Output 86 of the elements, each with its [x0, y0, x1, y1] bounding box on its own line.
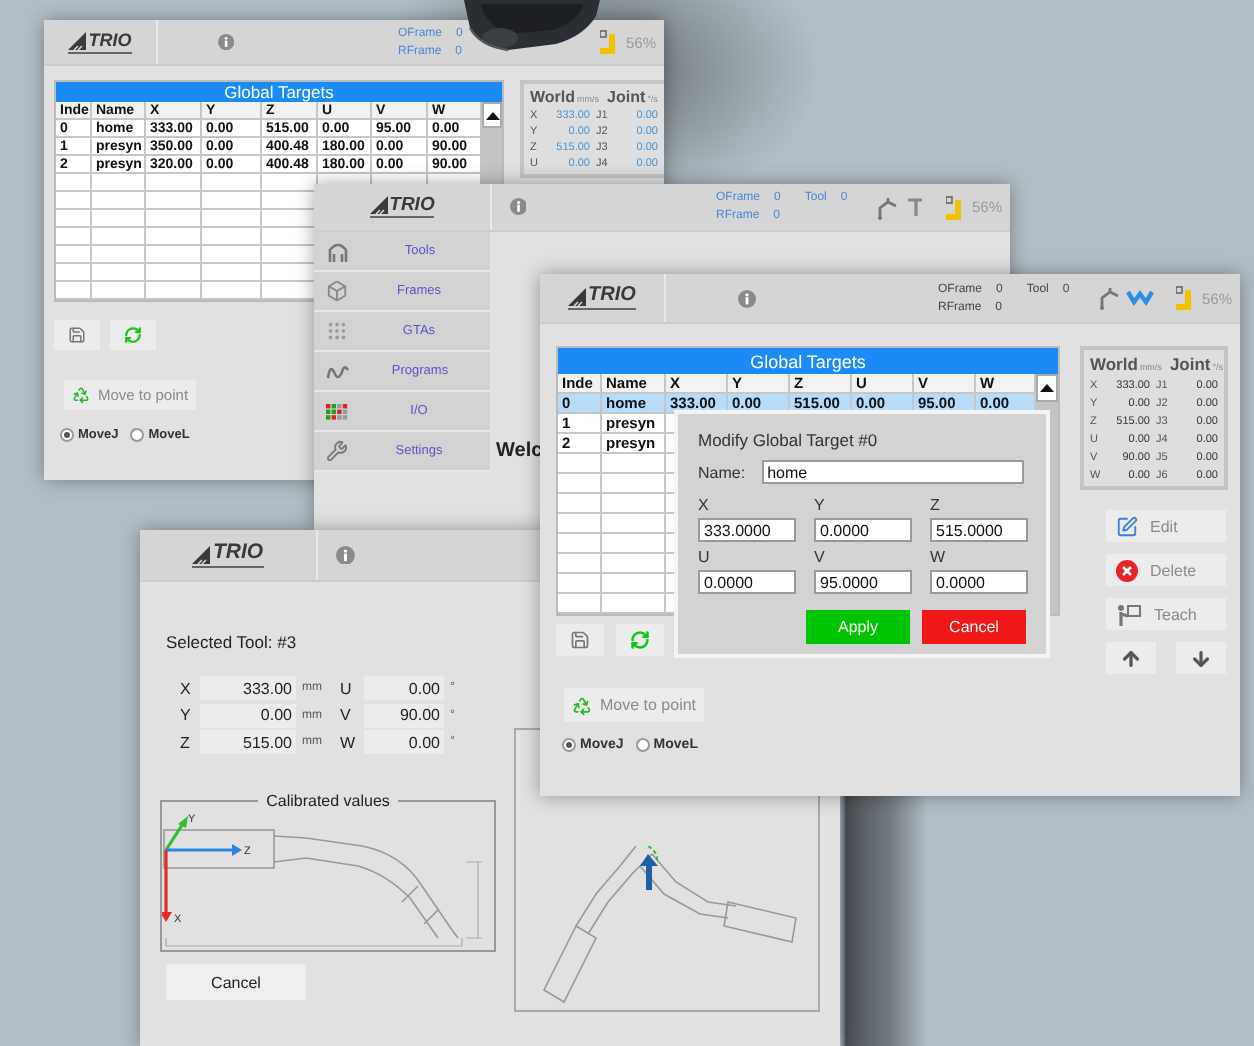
- panel-title: Joint: [1169, 354, 1211, 374]
- axis-label: U: [340, 679, 354, 697]
- input-field[interactable]: 0.0000: [930, 570, 1028, 594]
- refresh-button[interactable]: [110, 320, 156, 350]
- axis-label: W: [340, 733, 358, 751]
- info-icon[interactable]: [509, 198, 527, 216]
- torch-icon[interactable]: [904, 195, 928, 219]
- table-title: Global Targets: [56, 82, 502, 102]
- panel-title: World: [530, 88, 576, 106]
- info-icon[interactable]: [217, 33, 235, 51]
- recycle-icon: [572, 695, 592, 715]
- axis-label: Y: [180, 706, 193, 724]
- save-button[interactable]: [54, 320, 100, 350]
- field-label: V: [814, 548, 827, 566]
- input-field[interactable]: 333.0000: [698, 518, 796, 542]
- robot-arm-icon[interactable]: [1098, 286, 1122, 310]
- table-title: Global Targets: [558, 348, 1058, 374]
- field-label: X: [698, 496, 711, 514]
- triangle-icon: [485, 111, 499, 119]
- arrow-down-icon: [1190, 647, 1212, 669]
- field-label: W: [930, 548, 948, 566]
- panel-title: World: [1090, 354, 1138, 374]
- refresh-icon: [630, 630, 650, 650]
- input-field[interactable]: 515.0000: [930, 518, 1028, 542]
- io-grid-icon: [326, 403, 348, 419]
- person-board-icon: [1116, 603, 1142, 625]
- chevron-icon[interactable]: [1126, 288, 1154, 308]
- battery-icon: [599, 30, 616, 54]
- refresh-icon: [124, 326, 142, 344]
- info-icon[interactable]: [336, 545, 356, 565]
- input-field[interactable]: 0.0000: [698, 570, 796, 594]
- wrench-icon: [326, 440, 348, 462]
- logo: TRIO: [568, 286, 636, 310]
- info-icon[interactable]: [737, 289, 755, 307]
- value-field: 515.00: [200, 730, 296, 754]
- welcome-text: Welc: [494, 438, 543, 466]
- radio-button[interactable]: [635, 738, 650, 752]
- input-field[interactable]: 0.0000: [814, 518, 912, 542]
- refresh-button[interactable]: [616, 624, 664, 656]
- save-button[interactable]: [556, 624, 604, 656]
- save-icon: [68, 326, 86, 344]
- delete-icon: [1116, 559, 1138, 581]
- scroll-up-button[interactable]: [482, 102, 502, 128]
- triangle-icon: [1040, 384, 1054, 392]
- input-field[interactable]: home: [761, 460, 1024, 484]
- wave-icon: [326, 361, 350, 381]
- selected-tool-label: Selected Tool: #3: [166, 632, 299, 652]
- robot-arm-icon[interactable]: [876, 195, 900, 219]
- dots-grid-icon: [326, 320, 348, 342]
- battery-icon: [945, 195, 962, 219]
- pointer-arrow: [640, 854, 658, 890]
- cancel-button[interactable]: Cancel: [922, 610, 1026, 644]
- logo: TRIO: [68, 31, 132, 53]
- radio-button[interactable]: [130, 428, 145, 442]
- arrow-up-icon: [1120, 647, 1142, 669]
- value-field: 333.00: [200, 676, 296, 700]
- input-field[interactable]: 95.0000: [814, 570, 912, 594]
- axis-label: Z: [180, 733, 192, 751]
- value-field: 0.00: [364, 676, 444, 700]
- cube-icon: [326, 280, 348, 302]
- scroll-up-button[interactable]: [1036, 374, 1058, 402]
- value-field: 90.00: [364, 703, 444, 727]
- field-label: Z: [930, 496, 942, 514]
- radio-button[interactable]: [60, 428, 74, 442]
- edit-icon: [1116, 515, 1138, 537]
- save-icon: [570, 630, 590, 650]
- axis-label: V: [340, 706, 353, 724]
- recycle-icon: [72, 386, 90, 404]
- logo: TRIO: [192, 542, 264, 568]
- cancel-button[interactable]: Cancel: [166, 964, 306, 1000]
- logo: TRIO: [369, 195, 435, 219]
- radio-button[interactable]: [562, 738, 576, 752]
- axis-label: X: [180, 679, 193, 697]
- guide-line: [647, 846, 658, 863]
- field-label: U: [698, 548, 712, 566]
- value-field: 0.00: [200, 703, 296, 727]
- move-down-button[interactable]: [1176, 642, 1226, 674]
- value-field: 0.00: [364, 730, 444, 754]
- panel-title: Calibrated values: [264, 792, 392, 810]
- battery-icon: [1175, 286, 1192, 310]
- field-label: Name:: [698, 463, 746, 481]
- move-up-button[interactable]: [1106, 642, 1156, 674]
- gripper-icon: [326, 239, 350, 263]
- panel-title: Joint: [607, 88, 646, 106]
- field-label: Y: [814, 496, 827, 514]
- dialog-title: Modify Global Target #0: [698, 430, 880, 450]
